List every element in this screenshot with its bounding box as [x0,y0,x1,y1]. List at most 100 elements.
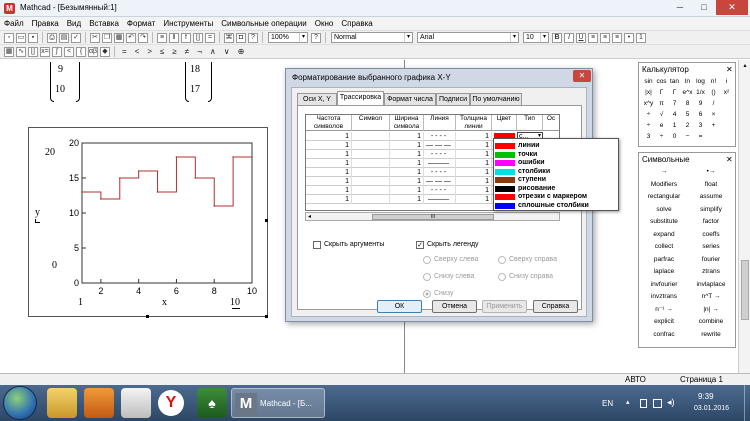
trace-cell-line[interactable]: - - - - [424,168,456,177]
trace-cell-freq[interactable]: 1 [306,168,352,177]
legend-bottom-radio[interactable] [423,290,431,298]
tab-number-format[interactable]: Формат числа [384,93,436,105]
calculator-key[interactable]: ÷ [643,121,654,130]
align-down-icon[interactable]: ‖ [169,32,179,43]
calculator-key[interactable]: 8 [682,99,693,108]
symbolic-keyword-button[interactable]: fourier [688,255,734,265]
evaluation-toolbar-icon[interactable]: x= [40,46,50,57]
programming-toolbar-icon[interactable]: { [76,46,86,57]
symbolic-keyword-button[interactable]: explicit [641,317,687,327]
x-axis-label[interactable]: x [162,297,167,308]
hide-legend-checkbox[interactable]: ✓ [416,241,424,249]
symbolic-keyword-button[interactable]: coeffs [688,230,734,240]
apply-button[interactable]: Применить [482,300,527,313]
symbolic-keyword-button[interactable]: ztrans [688,267,734,277]
xor-icon[interactable]: ⊕ [238,47,245,56]
trace-cell-thick[interactable]: 1 [456,159,492,168]
less-than-icon[interactable]: < [135,47,140,56]
x-axis-lower-limit[interactable]: 1 [78,297,83,308]
calculator-key[interactable]: |x| [643,88,654,97]
flag-tray-icon[interactable] [640,399,647,408]
calculator-key[interactable]: × [708,110,719,119]
calculator-key[interactable]: x² [721,88,732,97]
align-center-icon[interactable]: ≡ [600,32,610,43]
symbolic-keyword-button[interactable]: substitute [641,217,687,227]
calculator-key[interactable]: cos [656,77,667,86]
scroll-up-icon[interactable]: ▴ [740,61,750,71]
calculator-key[interactable]: e [656,121,667,130]
mathcad-taskbar-button[interactable]: M Mathcad - [Б... [231,388,325,418]
not-icon[interactable]: ¬ [197,47,202,56]
print-icon[interactable]: ⎙ [47,32,57,43]
trace-cell-width[interactable]: 1 [390,150,424,159]
style-select[interactable]: Normal ▾ [331,32,413,43]
calculator-key[interactable]: 1 [669,121,680,130]
cut-icon[interactable]: ✂ [90,32,100,43]
help-button[interactable]: Справка [533,300,578,313]
trace-cell-freq[interactable]: 1 [306,177,352,186]
symbolic-keyword-button[interactable]: n⁻¹ → [641,305,687,315]
calculator-toolbar-icon[interactable]: ▦ [4,46,14,57]
trace-cell-line[interactable]: ——— [424,159,456,168]
redo-icon[interactable]: ↷ [138,32,148,43]
y-axis-upper-limit[interactable]: 20 [45,147,55,158]
tray-expand-icon[interactable]: ▴ [626,398,630,406]
symbolic-keyword-button[interactable]: •→ [688,167,734,177]
component-wizard-icon[interactable]: ◘ [236,32,246,43]
tab-traces[interactable]: Трассировка [337,91,384,105]
calculator-key[interactable]: 3 [695,121,706,130]
symbolic-keyword-button[interactable]: assume [688,192,734,202]
legend-bottom-left-radio[interactable] [423,273,431,281]
trace-cell-width[interactable]: 1 [390,195,424,204]
boolean-toolbar-icon[interactable]: < [64,46,74,57]
trace-cell-width[interactable]: 1 [390,186,424,195]
trace-cell-width[interactable]: 1 [390,159,424,168]
symbolic-keyword-button[interactable]: rectangular [641,192,687,202]
hide-arguments-checkbox[interactable] [313,241,321,249]
calculator-key[interactable]: 2 [682,121,693,130]
calculator-key[interactable]: x^y [643,99,654,108]
trace-cell-thick[interactable]: 1 [456,141,492,150]
calculator-key[interactable]: e^x [682,88,693,97]
and-icon[interactable]: ∧ [210,47,216,56]
symbolic-keyword-button[interactable]: simplify [688,205,734,215]
greater-equal-icon[interactable]: ≥ [172,47,176,56]
font-select[interactable]: Arial ▾ [417,32,519,43]
trace-cell-sym[interactable] [352,132,390,141]
save-icon[interactable]: ▪ [28,32,38,43]
symbolic-keyword-button[interactable]: parfrac [641,255,687,265]
calculator-key[interactable]: Γ [669,88,680,97]
legend-bottom-right-radio[interactable] [498,273,506,281]
calculator-key[interactable]: = [695,132,706,141]
copy-icon[interactable]: ❐ [102,32,112,43]
trace-cell-freq[interactable]: 1 [306,141,352,150]
zoom-select[interactable]: 100% ▾ [268,32,308,43]
bullets-icon[interactable]: • [624,32,634,43]
trace-cell-thick[interactable]: 1 [456,150,492,159]
symbolic-keyword-button[interactable]: solve [641,205,687,215]
insert-hyperlink-icon[interactable]: ⌘ [224,32,234,43]
trace-cell-width[interactable]: 1 [390,132,424,141]
paste-icon[interactable]: ▦ [114,32,124,43]
ok-button[interactable]: ОК [377,300,422,313]
dropdown-option[interactable]: отрезки с маркером [494,193,618,201]
greek-toolbar-icon[interactable]: αβ [88,46,98,57]
symbolic-keyword-button[interactable]: invlaplace [688,280,734,290]
print-preview-icon[interactable]: ▤ [59,32,69,43]
legend-top-right-radio[interactable] [498,256,506,264]
media-player-taskbar-icon[interactable] [84,388,114,418]
calculus-toolbar-icon[interactable]: ∫ [52,46,62,57]
symbolic-keyword-button[interactable]: → [641,167,687,177]
language-indicator[interactable]: EN [602,399,613,408]
trace-cell-thick[interactable]: 1 [456,177,492,186]
calculate-icon[interactable]: = [205,32,215,43]
calculator-key[interactable]: 4 [669,110,680,119]
y-axis-label[interactable]: y [35,207,40,218]
menu-help[interactable]: Справка [337,19,376,28]
menu-window[interactable]: Окно [311,19,338,28]
scrollbar-thumb[interactable]: III [372,214,494,220]
symbolic-keyword-button[interactable]: float [688,180,734,190]
symbolic-keyword-button[interactable]: invfourier [641,280,687,290]
trace-cell-line[interactable]: — — — [424,177,456,186]
dropdown-option[interactable]: линии [494,142,618,150]
